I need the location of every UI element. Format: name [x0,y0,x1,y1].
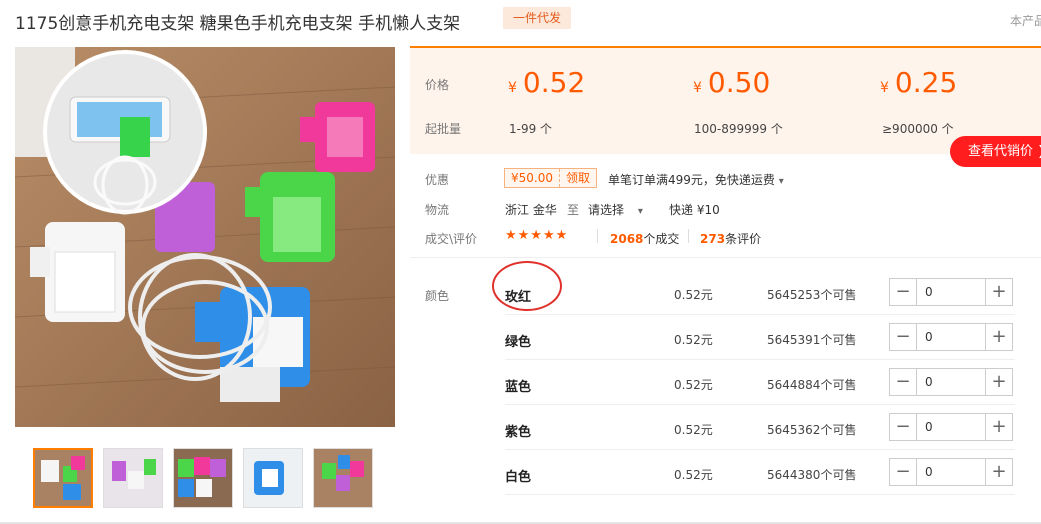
plus-button[interactable]: + [985,414,1012,440]
minus-button[interactable]: − [890,414,917,440]
price-tier-1: ¥0.52 [508,66,586,99]
thumbnail-1[interactable] [33,448,93,508]
sku-price: 0.52元 [674,378,713,392]
origin: 浙江 金华 [505,203,557,217]
row-divider [505,314,1015,315]
product-title: 1175创意手机充电支架 糖果色手机充电支架 手机懒人支架 [15,14,461,34]
sku-stock: 5645362个可售 [767,423,857,437]
thumbnail-4[interactable] [243,448,303,508]
plus-button[interactable]: + [985,459,1012,485]
delivery-fee: 快递 ¥10 [669,203,720,217]
minus-button[interactable]: − [890,459,917,485]
highlight-circle-annotation [492,261,562,311]
minus-button[interactable]: − [890,369,917,395]
quantity-input[interactable]: 0 [917,459,985,485]
chevron-down-icon: ▾ [637,206,643,217]
coupon-amount: ¥50.00 [511,171,553,185]
quantity-stepper[interactable]: − 0 + [889,413,1013,441]
price-label: 价格 [425,78,450,92]
row-divider [505,359,1015,360]
quantity-input[interactable]: 0 [917,324,985,350]
minus-button[interactable]: − [890,324,917,350]
price-tier-3: ¥0.25 [880,66,958,99]
quantity-stepper[interactable]: − 0 + [889,458,1013,486]
sku-stock: 5644380个可售 [767,468,857,482]
section-divider [410,257,1041,258]
coupon-claim-button[interactable]: 领取 [559,169,596,187]
price-tier-2: ¥0.50 [693,66,771,99]
sku-price: 0.52元 [674,288,713,302]
qty-range-2: 100-899999 个 [694,122,783,136]
destination-select[interactable]: 请选择 ▾ [588,201,643,218]
quantity-stepper[interactable]: − 0 + [889,278,1013,306]
thumbnail-3[interactable] [173,448,233,508]
divider [688,229,689,243]
quantity-input[interactable]: 0 [917,414,985,440]
plus-button[interactable]: + [985,324,1012,350]
quantity-input[interactable]: 0 [917,279,985,305]
row-divider [505,404,1015,405]
row-divider [505,449,1015,450]
logistics-label: 物流 [425,203,450,217]
discount-label: 优惠 [425,173,450,187]
row-divider [505,494,1015,495]
sku-stock: 5644884个可售 [767,378,857,392]
main-product-image [15,47,395,427]
plus-button[interactable]: + [985,279,1012,305]
thumbnail-5[interactable] [313,448,373,508]
coupon[interactable]: ¥50.00 领取 [504,168,598,188]
price-panel [410,46,1041,154]
sku-stock: 5645391个可售 [767,333,857,347]
deals-count[interactable]: 2068个成交 [610,230,679,247]
minus-button[interactable]: − [890,279,917,305]
deals-label: 成交\评价 [425,232,478,246]
sku-price: 0.52元 [674,333,713,347]
reviews-count[interactable]: 273条评价 [700,230,761,247]
to-label: 至 [567,203,580,217]
sku-stock: 5645253个可售 [767,288,857,302]
color-label: 颜色 [425,289,450,303]
sku-price: 0.52元 [674,468,713,482]
view-agent-price-button[interactable]: 查看代销价 ❯ [950,136,1041,167]
quantity-stepper[interactable]: − 0 + [889,368,1013,396]
chevron-down-icon: ▾ [778,176,784,187]
divider [597,229,598,243]
thumbnail-2[interactable] [103,448,163,508]
rating-stars: ★★★★★ [505,228,569,243]
corner-text[interactable]: 本产品 [1010,12,1041,29]
qty-range-1: 1-99 个 [509,122,553,136]
qty-range-3: ≥900000 个 [882,122,954,136]
sku-name-blue: 蓝色 [505,380,532,395]
free-shipping-note[interactable]: 单笔订单满499元，免快递运费 ▾ [608,171,784,188]
sku-name-green: 绿色 [505,335,532,350]
quantity-stepper[interactable]: − 0 + [889,323,1013,351]
moq-label: 起批量 [425,122,462,136]
dropship-badge: 一件代发 [503,7,572,29]
quantity-input[interactable]: 0 [917,369,985,395]
sku-name-white: 白色 [505,470,532,485]
sku-price: 0.52元 [674,423,713,437]
plus-button[interactable]: + [985,369,1012,395]
sku-name-purple: 紫色 [505,425,532,440]
chevron-right-icon: ❯ [1037,144,1041,159]
